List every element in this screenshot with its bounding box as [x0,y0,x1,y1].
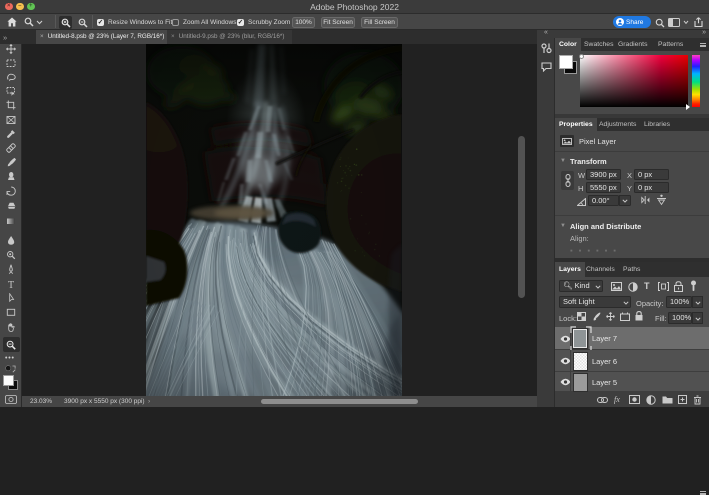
svg-text:T: T [8,280,14,289]
